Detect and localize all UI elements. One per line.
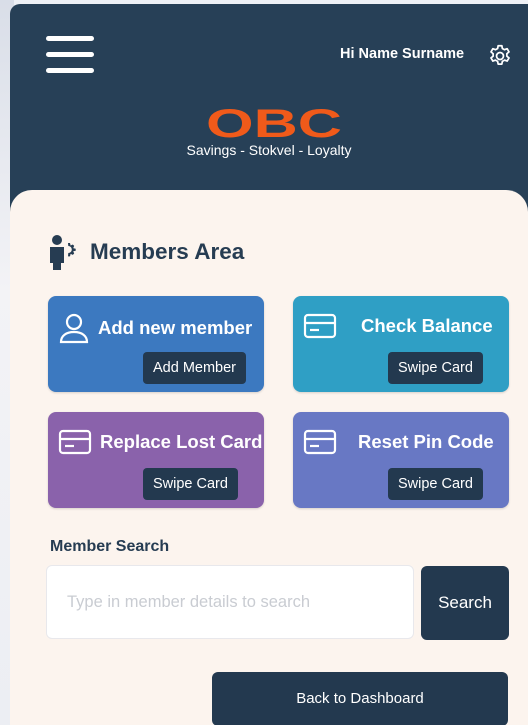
user-icon <box>59 313 89 344</box>
add-member-card-title: Add new member <box>58 312 252 344</box>
page-title: Members Area <box>90 239 245 264</box>
reset-pin-code-card: Reset Pin Code Swipe Card <box>293 412 509 508</box>
member-search-label: Member Search <box>50 538 170 555</box>
check-balance-swipe-button[interactable]: Swipe Card <box>388 352 483 384</box>
replace-lost-card-swipe-button[interactable]: Swipe Card <box>143 468 238 500</box>
gear-icon[interactable] <box>487 43 513 69</box>
reset-pin-code-swipe-button[interactable]: Swipe Card <box>388 468 483 500</box>
back-to-dashboard-button[interactable]: Back to Dashboard <box>212 672 508 725</box>
card-icon <box>58 429 92 455</box>
hamburger-menu-icon[interactable] <box>44 36 96 76</box>
add-member-card: Add new member Add Member <box>48 296 264 392</box>
check-balance-card: Check Balance Swipe Card <box>293 296 509 392</box>
add-member-button[interactable]: Add Member <box>143 352 247 384</box>
reset-pin-code-title: Reset Pin Code <box>303 428 494 456</box>
replace-lost-card-label: Replace Lost Card <box>100 431 263 452</box>
user-greeting: Hi Name Surname <box>340 46 465 62</box>
card-icon <box>303 429 337 455</box>
card-icon <box>303 313 337 339</box>
replace-lost-card-card: Replace Lost Card Swipe Card <box>48 412 264 508</box>
reset-pin-code-label: Reset Pin Code <box>358 431 494 452</box>
brand-tagline: Savings - Stokvel - Loyalty <box>186 142 352 158</box>
members-area-heading: Members Area <box>48 234 244 270</box>
replace-lost-card-title: Replace Lost Card <box>58 428 262 456</box>
obc-logo: OBC <box>206 106 342 140</box>
check-balance-card-label: Check Balance <box>361 315 493 336</box>
search-button[interactable]: Search <box>421 566 509 640</box>
member-search-input[interactable] <box>46 565 414 639</box>
add-member-card-label: Add new member <box>98 317 253 338</box>
svg-text:OBC: OBC <box>206 106 342 140</box>
check-balance-card-title: Check Balance <box>303 312 493 340</box>
members-panel: Members Area Add new member Add Member C… <box>10 190 528 725</box>
member-settings-icon <box>50 235 76 270</box>
